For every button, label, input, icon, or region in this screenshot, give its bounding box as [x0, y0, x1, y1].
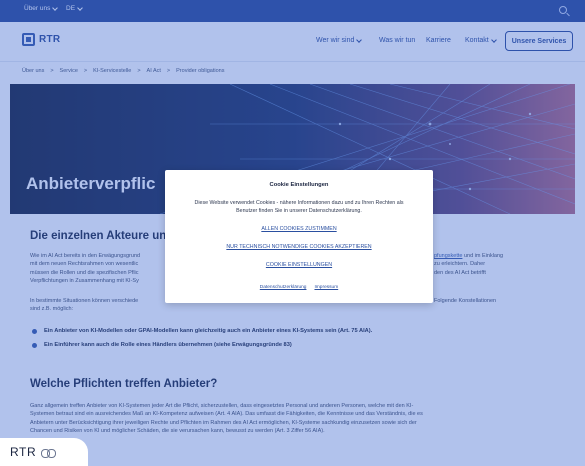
privacy-policy-link[interactable]: Datenschutzerklärung [260, 285, 307, 290]
cookie-dialog-text: Diese Website verwendet Cookies - nähere… [194, 200, 404, 214]
link-icon [41, 448, 57, 458]
accept-all-cookies-button[interactable]: ALLEN COOKIES ZUSTIMMEN [165, 226, 433, 232]
cookie-dialog-title: Cookie Einstellungen [269, 182, 329, 188]
cookie-dialog: Cookie Einstellungen Diese Website verwe… [165, 170, 433, 303]
page: Über uns DE RTR Wer wir sind Was wir tun… [0, 0, 585, 466]
cookie-dialog-footer: Datenschutzerklärung Impressum [165, 285, 433, 290]
cookie-settings-button[interactable]: COOKIE EINSTELLUNGEN [165, 262, 433, 268]
badge-text: RTR [10, 445, 37, 459]
rtr-badge[interactable]: RTR [0, 438, 88, 466]
accept-necessary-cookies-button[interactable]: NUR TECHNISCH NOTWENDIGE COOKIES AKZEPTI… [165, 244, 433, 250]
imprint-link[interactable]: Impressum [314, 285, 338, 290]
